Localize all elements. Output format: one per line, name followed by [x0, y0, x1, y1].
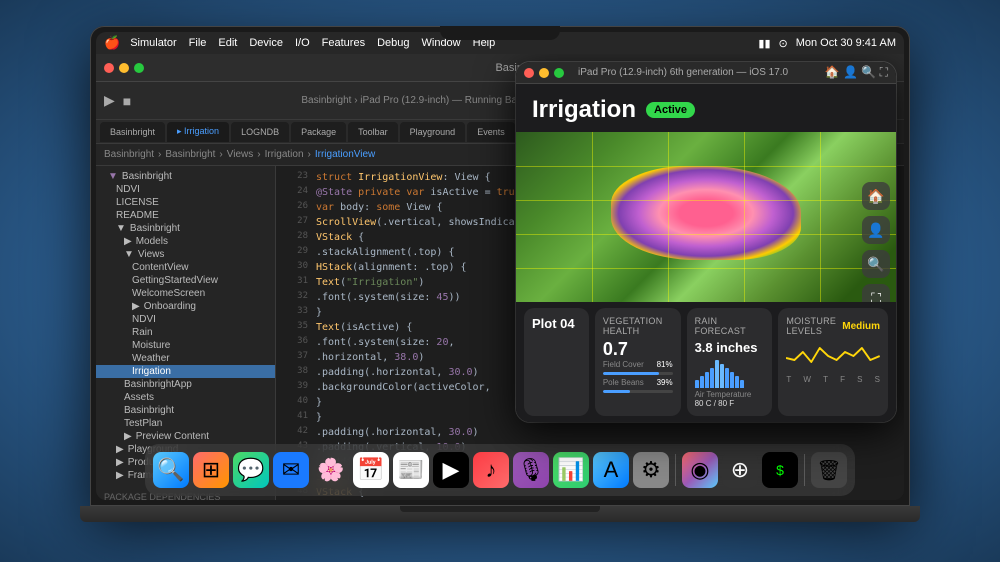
menu-clock: Mon Oct 30 9:41 AM: [796, 37, 896, 49]
close-button[interactable]: [104, 63, 114, 73]
maximize-button[interactable]: [134, 63, 144, 73]
macbook-outer: 🍎 Simulator File Edit Device I/O Feature…: [90, 26, 910, 536]
dock-icon-trash[interactable]: 🗑: [811, 452, 847, 488]
menu-simulator[interactable]: Simulator: [130, 37, 176, 49]
sim-titlebar: iPad Pro (12.9-inch) 6th generation — iO…: [516, 62, 896, 84]
wifi-icon: ⊙: [779, 37, 788, 50]
plot-label: Plot 04: [532, 316, 581, 331]
dock-separator-2: [804, 454, 805, 486]
dock-separator-1: [675, 454, 676, 486]
macbook-screen-bezel: 🍎 Simulator File Edit Device I/O Feature…: [90, 26, 910, 506]
screen: 🍎 Simulator File Edit Device I/O Feature…: [96, 32, 904, 500]
menu-features[interactable]: Features: [322, 37, 365, 49]
app-header: Irrigation Active: [516, 84, 896, 132]
plot-card: Plot 04: [524, 308, 589, 416]
dock-icon-music[interactable]: ♪: [473, 452, 509, 488]
sim-screen: Irrigation Active: [516, 84, 896, 422]
tab-events[interactable]: Events: [467, 122, 515, 142]
dock-icon-tv[interactable]: ▶: [433, 452, 469, 488]
app-sidebar: 🏠 👤 🔍 ⛶: [862, 182, 890, 302]
dock-icon-terminal[interactable]: $: [762, 452, 798, 488]
menu-debug[interactable]: Debug: [377, 37, 409, 49]
ipad-app: Irrigation Active: [516, 84, 896, 422]
menu-edit[interactable]: Edit: [218, 37, 237, 49]
home-icon[interactable]: 🏠: [862, 182, 890, 210]
dock-icon-finder[interactable]: 🔍: [153, 452, 189, 488]
apple-menu-icon[interactable]: 🍎: [104, 35, 120, 51]
tab-toolbar[interactable]: Toolbar: [348, 122, 398, 142]
dock-icon-numbers[interactable]: 📊: [553, 452, 589, 488]
dock-icon-appstore[interactable]: A: [593, 452, 629, 488]
dock-icon-photos[interactable]: 🌸: [313, 452, 349, 488]
sim-close[interactable]: [524, 68, 534, 78]
tab-playground[interactable]: Playground: [400, 122, 466, 142]
moisture-title: Moisture Levels: [786, 316, 836, 336]
macbook-hinge: [400, 506, 600, 512]
dock-icon-siri[interactable]: ◉: [682, 452, 718, 488]
sim-minimize[interactable]: [539, 68, 549, 78]
menu-file[interactable]: File: [189, 37, 207, 49]
tab-logndb[interactable]: LOGNDB: [231, 122, 289, 142]
moisture-badge: Medium: [842, 321, 880, 332]
sim-title-label: iPad Pro (12.9-inch) 6th generation — iO…: [578, 67, 788, 78]
rain-value: 3.8 inches: [695, 340, 765, 356]
vegetation-title: Vegetation Health: [603, 316, 673, 336]
user-icon[interactable]: 👤: [862, 216, 890, 244]
notch: [440, 26, 560, 40]
dock: 🔍 ⊞ 💬 ✉ 🌸 📅 📰 ▶ ♪ 🎙 📊 A ⚙ ◉ ⊕ $ 🗑: [145, 444, 855, 496]
run-button[interactable]: ▶: [104, 92, 115, 109]
dock-icon-podcasts[interactable]: 🎙: [513, 452, 549, 488]
battery-icon: ▮▮: [758, 37, 770, 50]
active-badge: Active: [646, 102, 695, 118]
sim-zoom[interactable]: [554, 68, 564, 78]
tab-package[interactable]: Package: [291, 122, 346, 142]
dock-icon-messages[interactable]: 💬: [233, 452, 269, 488]
rain-card: Rain Forecast 3.8 inches: [687, 308, 773, 416]
dock-icon-control[interactable]: ⊕: [722, 452, 758, 488]
dock-icon-launchpad[interactable]: ⊞: [193, 452, 229, 488]
menu-device[interactable]: Device: [249, 37, 283, 49]
nav-item-irrigation[interactable]: Irrigation: [96, 365, 275, 378]
expand-icon[interactable]: ⛶: [862, 284, 890, 302]
dock-icon-calendar[interactable]: 📅: [353, 452, 389, 488]
data-cards: Plot 04 Vegetation Health 0.7 Field Cove…: [516, 302, 896, 422]
ndvi-map: 🏠 👤 🔍 ⛶: [516, 132, 896, 302]
vegetation-card: Vegetation Health 0.7 Field Cover 81% Po…: [595, 308, 681, 416]
moisture-card: Moisture Levels Medium T W T: [778, 308, 888, 416]
tab-irrigation-view[interactable]: ▸ Irrigation: [167, 122, 229, 142]
minimize-button[interactable]: [119, 63, 129, 73]
rain-title: Rain Forecast: [695, 316, 765, 336]
dock-icon-news[interactable]: 📰: [393, 452, 429, 488]
search-icon[interactable]: 🔍: [862, 250, 890, 278]
tab-basinbright[interactable]: Basinbright: [100, 122, 165, 142]
moisture-chart: [786, 338, 880, 368]
macbook-bottom: [80, 506, 920, 522]
dock-icon-settings[interactable]: ⚙: [633, 452, 669, 488]
vegetation-value: 0.7: [603, 340, 673, 360]
menu-io[interactable]: I/O: [295, 37, 310, 49]
stop-button[interactable]: ■: [123, 93, 131, 109]
simulator-window: iPad Pro (12.9-inch) 6th generation — iO…: [516, 62, 896, 422]
app-title: Irrigation: [532, 96, 636, 124]
dock-icon-mail[interactable]: ✉: [273, 452, 309, 488]
